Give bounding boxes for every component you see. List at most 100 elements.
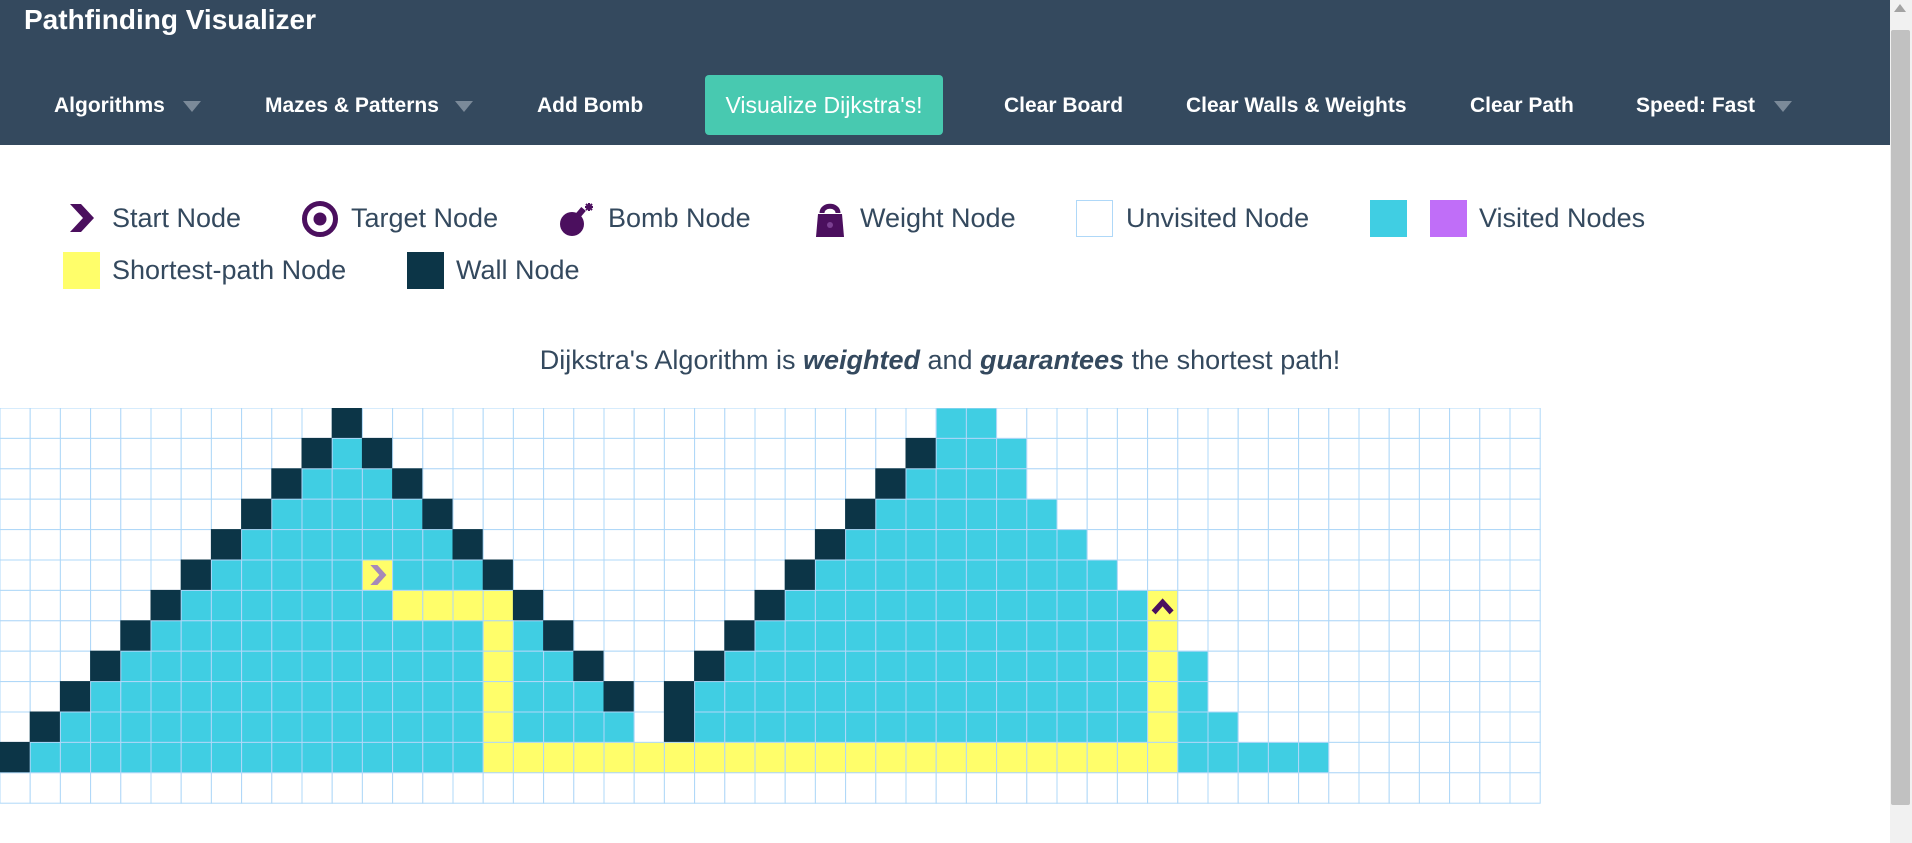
grid-cell[interactable] — [512, 559, 545, 591]
grid-cell-visited[interactable] — [603, 711, 635, 743]
grid-cell[interactable] — [0, 468, 31, 500]
grid-cell[interactable] — [0, 408, 31, 439]
grid-cell[interactable] — [573, 772, 605, 804]
grid-cell-visited[interactable] — [150, 741, 182, 774]
grid-cell-visited[interactable] — [271, 741, 303, 774]
grid-cell-path[interactable] — [1147, 711, 1179, 743]
grid-cell-visited[interactable] — [935, 681, 967, 713]
grid-cell[interactable] — [90, 620, 122, 652]
grid-cell-visited[interactable] — [996, 437, 1028, 470]
grid-cell[interactable] — [694, 468, 726, 500]
grid-cell[interactable] — [1328, 711, 1360, 743]
grid-cell-wall[interactable] — [241, 498, 273, 531]
grid-cell[interactable] — [1086, 468, 1118, 500]
grid-cell-visited[interactable] — [180, 650, 212, 683]
grid-cell-path[interactable] — [1147, 681, 1179, 713]
grid-cell-visited[interactable] — [392, 498, 424, 531]
grid-cell[interactable] — [633, 498, 665, 531]
grid-cell-visited[interactable] — [301, 711, 333, 743]
mazes-patterns-menu[interactable]: Mazes & Patterns — [265, 94, 439, 118]
grid-cell-path[interactable] — [512, 741, 545, 774]
grid-cell-visited[interactable] — [965, 408, 998, 439]
grid-cell-visited[interactable] — [996, 498, 1028, 531]
grid-cell[interactable] — [633, 408, 665, 439]
grid-cell-visited[interactable] — [361, 620, 394, 652]
grid-cell[interactable] — [512, 408, 545, 439]
grid-cell[interactable] — [1298, 650, 1330, 683]
grid-cell[interactable] — [241, 408, 273, 439]
grid-cell[interactable] — [1207, 559, 1239, 591]
grid-cell[interactable] — [1479, 437, 1511, 470]
grid-cell-visited[interactable] — [543, 681, 575, 713]
grid-cell[interactable] — [1177, 498, 1209, 531]
grid-cell-visited[interactable] — [512, 681, 545, 713]
grid-cell-visited[interactable] — [875, 589, 907, 622]
grid-cell-visited[interactable] — [1116, 711, 1149, 743]
grid-cell[interactable] — [1328, 437, 1360, 470]
grid-cell-wall[interactable] — [361, 437, 394, 470]
grid-cell-wall[interactable] — [90, 650, 122, 683]
grid-cell-visited[interactable] — [1177, 711, 1209, 743]
grid-cell[interactable] — [271, 408, 303, 439]
grid-cell-path[interactable] — [663, 741, 696, 774]
grid-cell[interactable] — [845, 408, 877, 439]
grid-cell[interactable] — [1449, 589, 1481, 622]
grid-cell[interactable] — [1298, 498, 1330, 531]
grid-cell[interactable] — [1509, 772, 1541, 804]
grid-cell[interactable] — [1479, 711, 1511, 743]
grid-cell-wall[interactable] — [120, 620, 152, 652]
grid-cell[interactable] — [59, 559, 92, 591]
grid-cell[interactable] — [29, 408, 61, 439]
grid-cell-visited[interactable] — [241, 741, 273, 774]
grid-cell-visited[interactable] — [845, 620, 877, 652]
grid-cell[interactable] — [663, 559, 696, 591]
grid-cell[interactable] — [90, 559, 122, 591]
grid-cell[interactable] — [875, 408, 907, 439]
grid-cell-visited[interactable] — [814, 681, 847, 713]
grid-cell-visited[interactable] — [996, 589, 1028, 622]
grid-cell[interactable] — [784, 408, 816, 439]
grid-cell[interactable] — [1207, 529, 1239, 561]
grid-cell[interactable] — [422, 772, 454, 804]
grid-cell[interactable] — [905, 408, 937, 439]
grid-cell-visited[interactable] — [814, 711, 847, 743]
grid-cell-visited[interactable] — [301, 529, 333, 561]
grid-cell-visited[interactable] — [210, 650, 243, 683]
grid-cell-visited[interactable] — [331, 468, 363, 500]
grid-cell[interactable] — [1267, 620, 1300, 652]
grid-cell[interactable] — [724, 437, 756, 470]
grid-cell-visited[interactable] — [210, 559, 243, 591]
grid-cell[interactable] — [1147, 529, 1179, 561]
grid-cell[interactable] — [1207, 772, 1239, 804]
grid-cell[interactable] — [694, 589, 726, 622]
grid-cell[interactable] — [1449, 772, 1481, 804]
grid-cell-visited[interactable] — [241, 711, 273, 743]
grid-cell[interactable] — [1298, 772, 1330, 804]
grid-cell[interactable] — [1177, 437, 1209, 470]
grid-cell[interactable] — [90, 772, 122, 804]
grid-cell[interactable] — [0, 589, 31, 622]
grid-cell-visited[interactable] — [392, 681, 424, 713]
grid-cell-visited[interactable] — [120, 711, 152, 743]
grid-cell[interactable] — [361, 408, 394, 439]
grid-cell-visited[interactable] — [1177, 650, 1209, 683]
grid-cell-path[interactable] — [482, 741, 514, 774]
grid-cell-visited[interactable] — [996, 711, 1028, 743]
grid-cell[interactable] — [965, 772, 998, 804]
grid-cell[interactable] — [543, 468, 575, 500]
grid-cell-wall[interactable] — [452, 529, 484, 561]
grid-cell[interactable] — [120, 408, 152, 439]
brand-title[interactable]: Pathfinding Visualizer — [24, 4, 316, 36]
grid-cell[interactable] — [1479, 620, 1511, 652]
grid-cell[interactable] — [180, 468, 212, 500]
grid-cell[interactable] — [1056, 498, 1088, 531]
grid-cell[interactable] — [1116, 468, 1149, 500]
grid-cell[interactable] — [1237, 529, 1269, 561]
grid-cell-visited[interactable] — [452, 681, 484, 713]
grid-cell-path[interactable] — [1147, 620, 1179, 652]
grid-cell-visited[interactable] — [935, 559, 967, 591]
grid-cell[interactable] — [1237, 408, 1269, 439]
grid-cell[interactable] — [1358, 681, 1390, 713]
grid-cell[interactable] — [694, 437, 726, 470]
grid-cell[interactable] — [1026, 468, 1058, 500]
